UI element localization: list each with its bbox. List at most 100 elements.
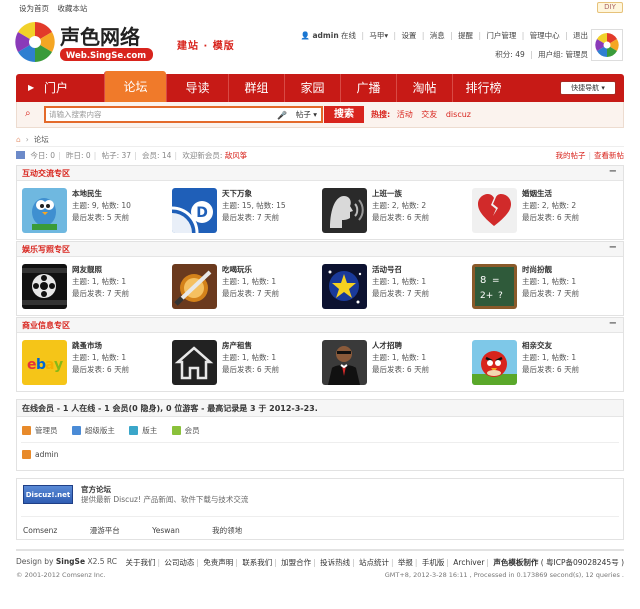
- username-link[interactable]: admin: [313, 31, 339, 40]
- forum-last-post[interactable]: 最后发表: 6 天前: [372, 364, 429, 376]
- forum-name[interactable]: 上班一族: [372, 188, 402, 199]
- footer-link[interactable]: 举报: [398, 558, 413, 567]
- forum-item[interactable]: 上班一族 主题: 2, 帖数: 2 最后发表: 6 天前: [317, 188, 457, 238]
- footer-link[interactable]: 公司动态: [164, 558, 194, 567]
- footer-link[interactable]: 免责声明: [203, 558, 233, 567]
- broken-heart-icon[interactable]: [472, 188, 517, 233]
- nav-item-forum[interactable]: 论坛: [104, 71, 166, 102]
- user-menu-vest[interactable]: 马甲: [369, 31, 384, 40]
- brand-link[interactable]: SingSe: [56, 557, 85, 566]
- bookmark-link[interactable]: 收藏本站: [57, 4, 87, 13]
- collapse-icon[interactable]: −: [609, 166, 617, 177]
- nav-item-home[interactable]: 家园: [284, 74, 340, 102]
- user-menu-portal-admin[interactable]: 门户管理: [486, 31, 516, 40]
- category-title[interactable]: 娱乐写照专区: [22, 244, 70, 255]
- forum-last-post[interactable]: 最后发表: 6 天前: [372, 212, 429, 224]
- forum-last-post[interactable]: 最后发表: 6 天前: [72, 364, 129, 376]
- nav-portal[interactable]: 门户: [16, 74, 98, 102]
- forum-name[interactable]: 房产租售: [222, 340, 252, 351]
- businessman-icon[interactable]: [322, 340, 367, 385]
- online-username[interactable]: admin: [35, 450, 59, 459]
- text-link[interactable]: Yeswan: [152, 526, 180, 535]
- forum-name[interactable]: 天下万象: [222, 188, 252, 199]
- forum-last-post[interactable]: 最后发表: 6 天前: [222, 364, 279, 376]
- user-menu-messages[interactable]: 消息: [430, 31, 445, 40]
- home-icon[interactable]: [172, 340, 217, 385]
- forum-last-post[interactable]: 最后发表: 7 天前: [72, 288, 129, 300]
- online-user[interactable]: admin: [22, 450, 59, 459]
- forum-name[interactable]: 时尚扮靓: [522, 264, 552, 275]
- footer-link[interactable]: 加盟合作: [281, 558, 311, 567]
- hot-term[interactable]: discuz: [446, 110, 471, 119]
- search-scope-select[interactable]: 帖子 ▾: [296, 108, 317, 121]
- forum-name[interactable]: 吃喝玩乐: [222, 264, 252, 275]
- template-maker-link[interactable]: 声色模板制作: [493, 558, 538, 567]
- nav-item-guide[interactable]: 导读: [166, 74, 228, 102]
- film-reel-icon[interactable]: [22, 264, 67, 309]
- footer-link[interactable]: 关于我们: [125, 558, 155, 567]
- forum-last-post[interactable]: 最后发表: 5 天前: [72, 212, 131, 224]
- newest-member-link[interactable]: 敌风筝: [225, 151, 248, 160]
- site-logo[interactable]: 声色网络 Web.SingSe.com: [14, 20, 164, 65]
- forum-item[interactable]: ebay 跳蚤市场 主题: 1, 帖数: 1 最后发表: 6 天前: [17, 340, 157, 390]
- user-menu-notices[interactable]: 提醒: [458, 31, 473, 40]
- forum-item[interactable]: 人才招聘 主题: 1, 帖数: 1 最后发表: 6 天前: [317, 340, 457, 390]
- forum-name[interactable]: 本地民生: [72, 188, 102, 199]
- user-menu-settings[interactable]: 设置: [401, 31, 416, 40]
- forum-item[interactable]: 网友靓照 主题: 1, 帖数: 1 最后发表: 7 天前: [17, 264, 157, 314]
- my-posts-link[interactable]: 我的帖子: [555, 151, 585, 160]
- forum-last-post[interactable]: 最后发表: 6 天前: [522, 364, 579, 376]
- user-avatar[interactable]: [591, 29, 623, 61]
- breadcrumb-current[interactable]: 论坛: [34, 135, 49, 144]
- forum-item[interactable]: 活动号召 主题: 1, 帖数: 1 最后发表: 7 天前: [317, 264, 457, 314]
- search-input[interactable]: 请输入搜索内容 🎤 帖子 ▾: [44, 106, 323, 123]
- microphone-icon[interactable]: 🎤: [277, 109, 287, 122]
- icp-link[interactable]: ( 粤ICP备09028245号 ): [541, 558, 624, 567]
- footer-link[interactable]: 联系我们: [242, 558, 272, 567]
- nav-item-groups[interactable]: 群组: [228, 74, 284, 102]
- footer-link[interactable]: Archiver: [453, 558, 484, 567]
- forum-item[interactable]: D 天下万象 主题: 15, 帖数: 15 最后发表: 7 天前: [167, 188, 307, 238]
- ebay-icon[interactable]: ebay: [22, 340, 67, 385]
- forum-item[interactable]: 相亲交友 主题: 1, 帖数: 1 最后发表: 6 天前: [467, 340, 607, 390]
- dailybooth-icon[interactable]: D: [172, 188, 217, 233]
- hot-term[interactable]: 交友: [421, 110, 437, 119]
- online-summary[interactable]: 在线会员 - 1 人在线 - 1 会员(0 隐身), 0 位游客 - 最高记录是…: [17, 400, 623, 417]
- forum-last-post[interactable]: 最后发表: 7 天前: [372, 288, 429, 300]
- forum-name[interactable]: 婚姻生活: [522, 188, 552, 199]
- angry-bird-icon[interactable]: [472, 340, 517, 385]
- hot-term[interactable]: 活动: [397, 110, 413, 119]
- forum-last-post[interactable]: 最后发表: 7 天前: [522, 288, 579, 300]
- forum-name[interactable]: 活动号召: [372, 264, 402, 275]
- quick-nav-button[interactable]: 快捷导航 ▾: [560, 81, 616, 95]
- user-credits[interactable]: 积分: 49: [495, 50, 524, 59]
- discuz-link-logo[interactable]: Discuz!.net: [23, 485, 73, 504]
- diy-button[interactable]: DIY: [597, 2, 623, 13]
- forum-item[interactable]: 本地民生 主题: 9, 帖数: 10 最后发表: 5 天前: [17, 188, 157, 238]
- forum-name[interactable]: 人才招聘: [372, 340, 402, 351]
- set-homepage-link[interactable]: 设为首页: [19, 4, 49, 13]
- nav-item-collections[interactable]: 淘帖: [396, 74, 452, 102]
- footer-link[interactable]: 站点统计: [359, 558, 389, 567]
- search-button[interactable]: 搜索: [324, 106, 364, 123]
- text-link[interactable]: 漫游平台: [90, 525, 120, 536]
- category-title[interactable]: 互动交流专区: [22, 168, 70, 179]
- user-group[interactable]: 用户组: 管理员: [538, 50, 588, 59]
- nav-item-ranking[interactable]: 排行榜: [452, 74, 514, 102]
- forum-name[interactable]: 跳蚤市场: [72, 340, 102, 351]
- forum-name[interactable]: 相亲交友: [522, 340, 552, 351]
- star-game-icon[interactable]: [322, 264, 367, 309]
- forum-item[interactable]: 婚姻生活 主题: 2, 帖数: 2 最后发表: 6 天前: [467, 188, 607, 238]
- forum-last-post[interactable]: 最后发表: 6 天前: [522, 212, 579, 224]
- forum-last-post[interactable]: 最后发表: 7 天前: [222, 288, 279, 300]
- forum-last-post[interactable]: 最后发表: 7 天前: [222, 212, 286, 224]
- footer-link[interactable]: 手机版: [422, 558, 445, 567]
- fruit-ninja-icon[interactable]: [172, 264, 217, 309]
- collapse-icon[interactable]: −: [609, 242, 617, 253]
- chalkboard-icon[interactable]: 8 = 2+?: [472, 264, 517, 309]
- forum-name[interactable]: 网友靓照: [72, 264, 102, 275]
- collapse-icon[interactable]: −: [609, 318, 617, 329]
- forum-item[interactable]: 8 = 2+? 时尚扮靓 主题: 1, 帖数: 1 最后发表: 7 天前: [467, 264, 607, 314]
- category-title[interactable]: 商业信息专区: [22, 320, 70, 331]
- nav-item-broadcast[interactable]: 广播: [340, 74, 396, 102]
